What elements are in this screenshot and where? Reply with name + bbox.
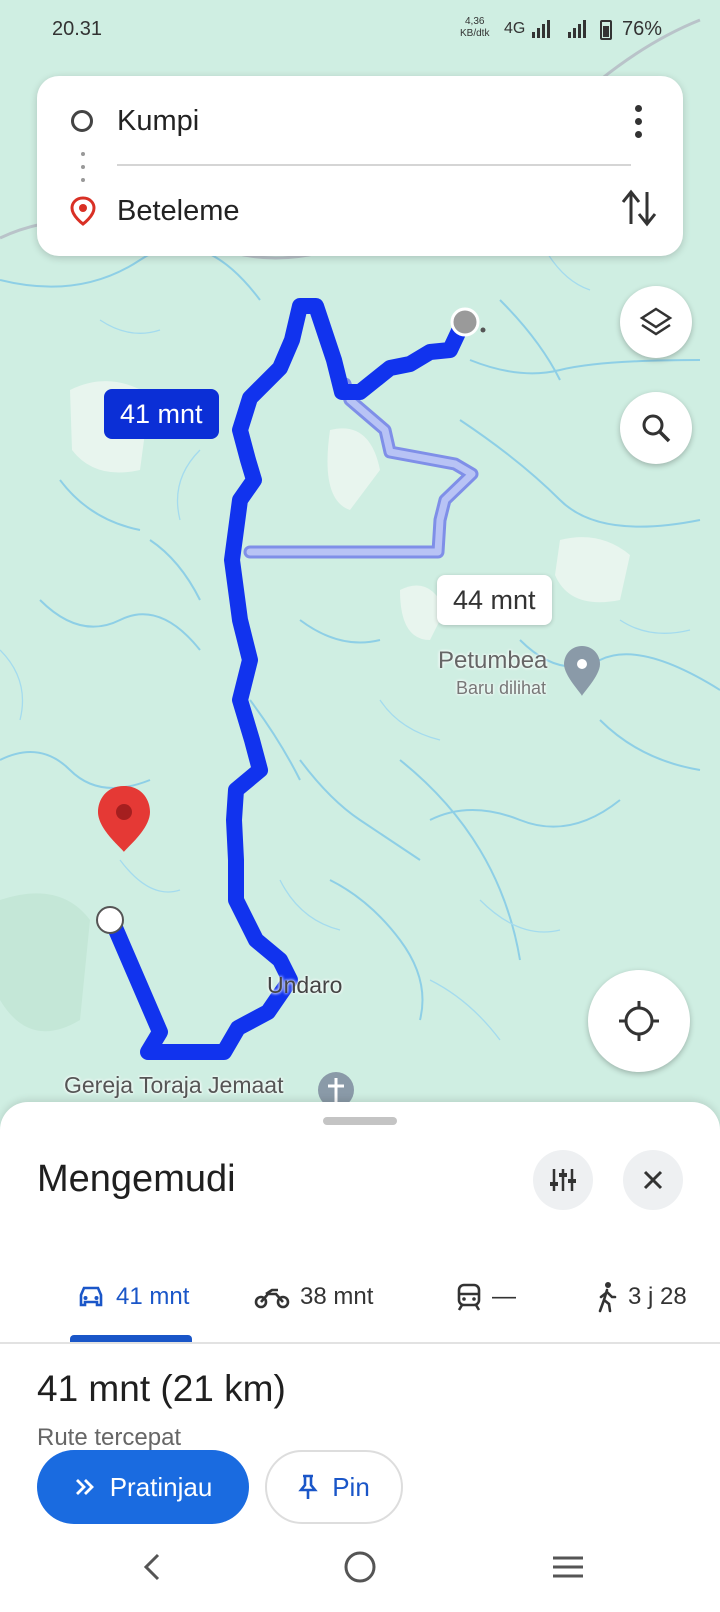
tab-motorcycle-label: 38 mnt	[300, 1283, 374, 1310]
close-icon	[643, 1170, 663, 1190]
network-speed: 4,36 KB/dtk	[460, 16, 489, 40]
destination-marker	[96, 906, 124, 934]
layers-icon	[639, 307, 673, 336]
more-options-button[interactable]	[623, 100, 653, 142]
walk-icon	[598, 1282, 617, 1313]
home-icon	[344, 1551, 376, 1583]
tab-walking-label: 3 j 28	[628, 1283, 687, 1310]
pin-icon	[298, 1474, 318, 1499]
travel-mode-tabs: 41 mnt 38 mnt — 3 j 28	[0, 1254, 720, 1344]
active-tab-indicator	[70, 1335, 192, 1342]
tab-driving[interactable]: 41 mnt	[76, 1254, 189, 1340]
transit-icon	[457, 1283, 481, 1311]
divider	[117, 164, 631, 166]
system-nav-bar	[0, 1532, 720, 1602]
status-time: 20.31	[52, 18, 103, 40]
destination-field[interactable]: Beteleme	[37, 181, 683, 241]
back-icon	[143, 1553, 160, 1581]
destination-pin-icon	[70, 196, 96, 226]
car-icon	[79, 1286, 103, 1307]
directions-card: Kumpi Beteleme	[37, 76, 683, 256]
origin-field[interactable]: Kumpi	[37, 91, 683, 151]
battery-icon	[600, 20, 612, 40]
town-label: Undaro	[267, 972, 343, 998]
nav-back-button[interactable]	[128, 1542, 178, 1592]
network-speed-unit: KB/dtk	[460, 28, 490, 39]
preview-label: Pratinjau	[109, 1471, 213, 1502]
pin-label: Pin	[332, 1471, 370, 1502]
search-icon	[642, 414, 671, 443]
sheet-drag-handle[interactable]	[323, 1117, 397, 1125]
nav-home-button[interactable]	[335, 1542, 385, 1592]
tune-icon	[550, 1169, 576, 1191]
place-label[interactable]: Petumbea	[438, 647, 547, 675]
location-crosshair-icon	[619, 1001, 659, 1041]
close-button[interactable]	[623, 1150, 683, 1210]
route-summary: 41 mnt (21 km)	[37, 1368, 286, 1409]
nav-recents-button[interactable]	[543, 1542, 593, 1592]
tab-transit-label: —	[492, 1283, 516, 1310]
tab-transit[interactable]: —	[456, 1254, 516, 1340]
route-subtitle: Rute tercepat	[37, 1424, 182, 1451]
preview-button[interactable]: Pratinjau	[37, 1450, 249, 1524]
double-chevron-icon	[75, 1479, 94, 1495]
place-sublabel: Baru dilihat	[456, 678, 547, 698]
main-route-time-chip[interactable]: 41 mnt	[104, 389, 219, 439]
church-label[interactable]: Gereja Toraja Jemaat	[64, 1072, 283, 1099]
network-type: 4G	[504, 20, 526, 37]
sheet-title: Mengemudi	[37, 1158, 236, 1200]
search-along-route-button[interactable]	[620, 392, 692, 464]
tab-walking[interactable]: 3 j 28	[596, 1254, 687, 1340]
origin-circle-icon	[71, 110, 93, 132]
tab-driving-label: 41 mnt	[116, 1283, 190, 1310]
destination-label: Beteleme	[117, 194, 240, 227]
layers-button[interactable]	[620, 286, 692, 358]
route-dots-icon	[81, 152, 85, 182]
network-speed-value: 4,36	[465, 16, 485, 27]
signal-icon-2	[568, 20, 586, 38]
status-bar: 20.31 4,36 KB/dtk 4G 76%	[0, 14, 720, 48]
battery-percent: 76%	[622, 18, 663, 40]
signal-icon	[532, 20, 550, 38]
swap-icon[interactable]	[619, 186, 659, 230]
directions-sheet: Mengemudi 41 mnt 38 mnt — 3 j 28 41 mnt …	[0, 1102, 720, 1612]
motorcycle-icon	[254, 1288, 290, 1309]
alt-route-time-chip[interactable]: 44 mnt	[437, 575, 552, 625]
origin-label: Kumpi	[117, 104, 200, 137]
tab-motorcycle[interactable]: 38 mnt	[254, 1254, 373, 1340]
pin-button[interactable]: Pin	[265, 1450, 403, 1524]
my-location-button[interactable]	[588, 970, 690, 1072]
menu-icon	[553, 1556, 583, 1578]
route-options-button[interactable]	[533, 1150, 593, 1210]
origin-marker	[450, 307, 480, 337]
